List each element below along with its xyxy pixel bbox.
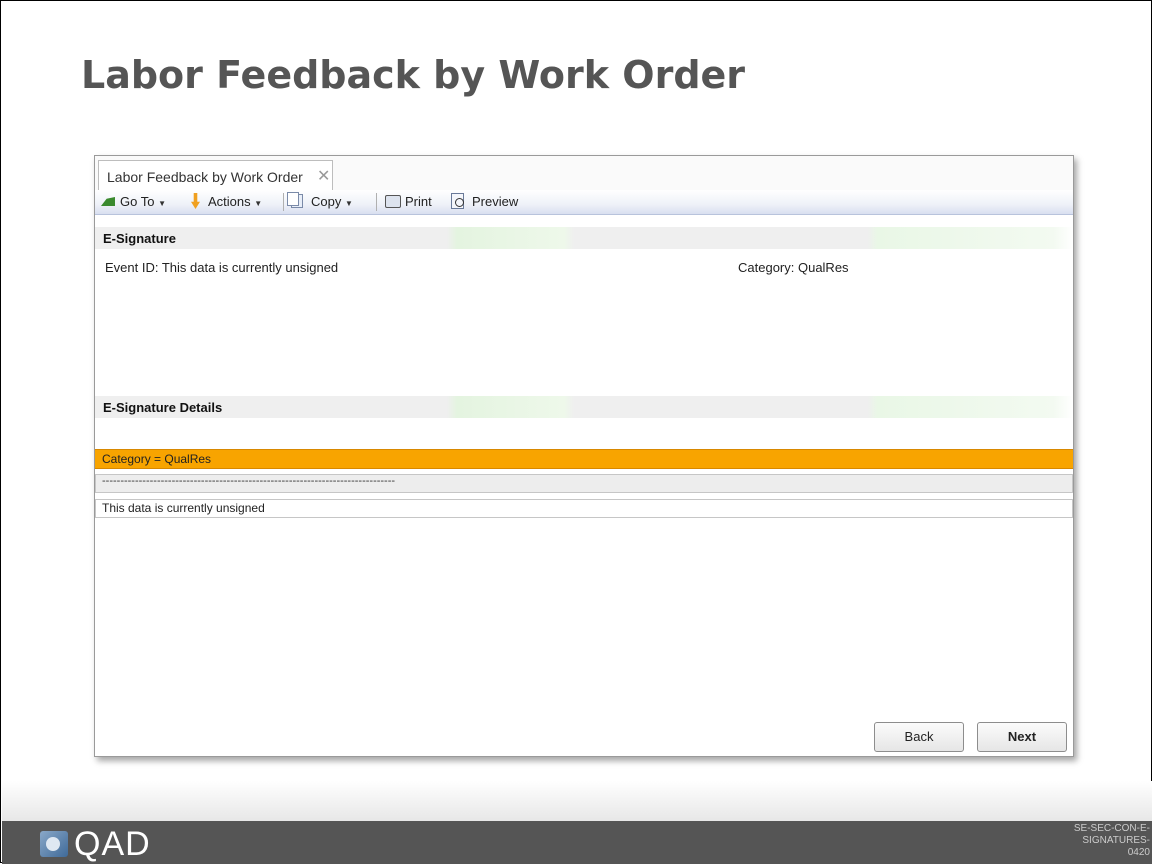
toolbar: Go To ▼ Actions ▼ Copy ▼ Print Preview bbox=[95, 190, 1073, 215]
qad-logo-icon bbox=[40, 831, 68, 857]
separator-row: ----------------------------------------… bbox=[95, 474, 1073, 493]
section-title: E-Signature Details bbox=[103, 400, 223, 415]
document-code-line: 0420 bbox=[1127, 847, 1150, 858]
tab-label: Labor Feedback by Work Order bbox=[107, 169, 303, 185]
tab-labor-feedback[interactable]: Labor Feedback by Work Order ✕ bbox=[98, 160, 333, 190]
back-button[interactable]: Back bbox=[874, 722, 964, 752]
separator-text: ----------------------------------------… bbox=[102, 475, 396, 487]
qad-logo-text: QAD bbox=[74, 825, 151, 863]
footer-gradient bbox=[2, 781, 1152, 821]
slide-title: Labor Feedback by Work Order bbox=[81, 53, 746, 97]
toolbar-separator bbox=[376, 193, 377, 211]
goto-icon bbox=[101, 197, 115, 206]
category-group-label: Category = QualRes bbox=[102, 452, 212, 466]
tab-strip: Labor Feedback by Work Order ✕ bbox=[95, 156, 1073, 191]
detail-row-text: This data is currently unsigned bbox=[102, 501, 265, 515]
printer-icon bbox=[385, 195, 401, 208]
copy-icon bbox=[287, 192, 303, 208]
detail-row[interactable]: This data is currently unsigned bbox=[95, 499, 1073, 518]
dropdown-arrow-icon: ▼ bbox=[344, 199, 353, 208]
category-group-row[interactable]: Category = QualRes bbox=[95, 449, 1073, 469]
goto-button[interactable]: Go To ▼ bbox=[120, 194, 166, 209]
document-code-line: SIGNATURES- bbox=[1082, 835, 1150, 846]
actions-button[interactable]: Actions ▼ bbox=[208, 194, 262, 209]
slide: Labor Feedback by Work Order Labor Feedb… bbox=[0, 0, 1152, 864]
category-field: Category: QualRes bbox=[738, 260, 849, 275]
actions-icon bbox=[191, 193, 200, 209]
print-button[interactable]: Print bbox=[405, 194, 432, 209]
preview-button[interactable]: Preview bbox=[472, 194, 518, 209]
footer-bar: QAD SE-SEC-CON-E- SIGNATURES- 0420 bbox=[2, 821, 1152, 864]
event-id-field: Event ID: This data is currently unsigne… bbox=[105, 260, 339, 275]
next-button[interactable]: Next bbox=[977, 722, 1067, 752]
esignature-section-header: E-Signature bbox=[95, 227, 1073, 249]
toolbar-separator bbox=[283, 193, 284, 211]
copy-button[interactable]: Copy ▼ bbox=[311, 194, 353, 209]
section-title: E-Signature bbox=[103, 231, 176, 246]
preview-icon bbox=[451, 193, 464, 209]
app-window: Labor Feedback by Work Order ✕ Go To ▼ A… bbox=[94, 155, 1074, 757]
dropdown-arrow-icon: ▼ bbox=[254, 199, 263, 208]
document-code: SE-SEC-CON-E- SIGNATURES- 0420 bbox=[1060, 823, 1150, 859]
document-code-line: SE-SEC-CON-E- bbox=[1073, 823, 1150, 834]
esignature-details-section-header: E-Signature Details bbox=[95, 396, 1073, 418]
close-icon[interactable]: ✕ bbox=[317, 166, 330, 186]
dropdown-arrow-icon: ▼ bbox=[158, 199, 166, 208]
